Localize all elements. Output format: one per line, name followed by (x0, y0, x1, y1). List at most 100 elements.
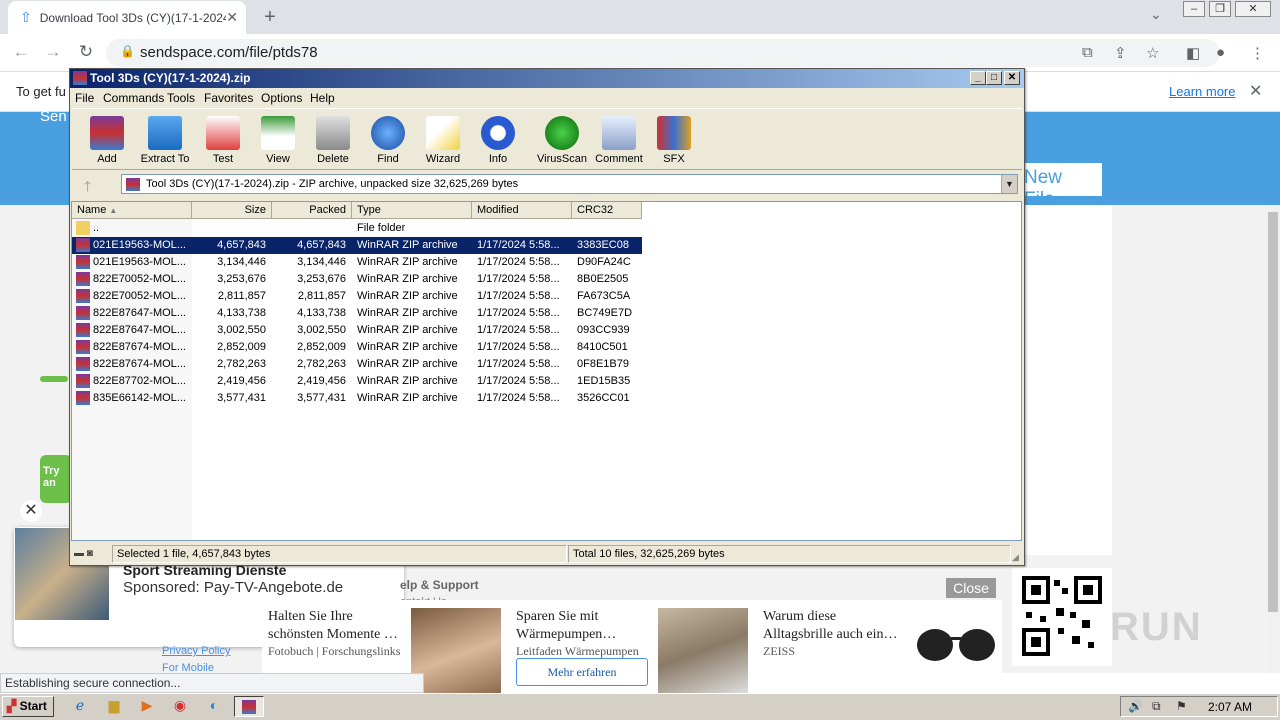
file-row[interactable]: 822E70052-MOL... 3,253,676 3,253,676 WinRAR… (72, 271, 642, 288)
up-one-level-icon[interactable]: 🡑 (84, 176, 91, 200)
column-header-modified[interactable]: Modified (472, 202, 572, 219)
menu-tools[interactable]: Tools (167, 91, 195, 105)
ad1-title[interactable]: Halten Sie Ihre schönsten Momente … (268, 608, 403, 644)
file-modified: 1/17/2024 5:58... (477, 341, 560, 353)
learn-more-link[interactable]: Learn more (1169, 84, 1235, 99)
explorer-folder-icon[interactable]: ▆ (104, 697, 124, 715)
resize-grip-icon[interactable]: ◢ (1012, 552, 1019, 563)
tab-search-chevron-icon[interactable]: ⌄ (1150, 6, 1162, 23)
ad3-title[interactable]: Warum diese Alltagsbrille auch ein… (763, 608, 898, 644)
parent-folder-row[interactable]: .. File folder (72, 220, 642, 237)
edge-icon[interactable]: ◐ (204, 697, 224, 715)
translate-icon[interactable]: ⧉ (1082, 44, 1093, 61)
column-header-name[interactable]: Name ▲ (72, 202, 192, 219)
column-header-size[interactable]: Size (192, 202, 272, 219)
chrome-icon[interactable]: ◉ (170, 697, 190, 715)
file-row[interactable]: 822E87674-MOL... 2,852,009 2,852,009 WinRAR… (72, 339, 642, 356)
archive-path-field[interactable]: Tool 3Ds (CY)(17-1-2024).zip - ZIP archi… (121, 174, 1018, 194)
new-file-button[interactable]: New File (1018, 163, 1102, 210)
file-row[interactable]: 835E66142-MOL... 3,577,431 3,577,431 WinRAR… (72, 390, 642, 407)
network-icon[interactable]: ⧉ (1152, 699, 1161, 714)
forward-icon[interactable]: → (42, 42, 64, 62)
minimize-window-button[interactable]: – (1183, 1, 1205, 17)
ad2-title[interactable]: Sparen Sie mit Wärmepumpen… (516, 608, 646, 644)
restore-window-button[interactable]: ❐ (1209, 1, 1231, 17)
new-tab-icon[interactable]: + (258, 5, 282, 29)
file-type: WinRAR ZIP archive (357, 290, 458, 302)
wizard-button[interactable]: Wizard (414, 112, 472, 165)
test-button[interactable]: Test (194, 112, 252, 165)
menu-help[interactable]: Help (310, 91, 335, 105)
ie-icon[interactable]: ℯ (70, 697, 90, 715)
file-type: WinRAR ZIP archive (357, 324, 458, 336)
start-label: Start (19, 699, 47, 713)
ad2-image[interactable] (411, 608, 501, 693)
column-header-packed[interactable]: Packed (272, 202, 352, 219)
file-row[interactable]: 822E70052-MOL... 2,811,857 2,811,857 WinRAR… (72, 288, 642, 305)
page-scrollbar-thumb[interactable] (1268, 212, 1278, 612)
info-bar-close-icon[interactable]: ✕ (1249, 81, 1262, 101)
column-header-type[interactable]: Type (352, 202, 472, 219)
file-name: 822E70052-MOL... (93, 290, 186, 302)
file-packed: 3,253,676 (297, 273, 346, 285)
try-anyrun-tag[interactable]: Try an (40, 455, 72, 503)
extract-to-button[interactable]: Extract To (136, 112, 194, 165)
share-icon[interactable]: ⇪ (1114, 44, 1127, 62)
side-panel-icon[interactable]: ◧ (1186, 44, 1200, 62)
zip-archive-icon (76, 323, 90, 337)
start-button[interactable]: ▞ Start (2, 696, 54, 717)
path-dropdown-icon[interactable]: ▼ (1001, 175, 1017, 193)
glasses-image[interactable] (915, 615, 995, 675)
delete-button[interactable]: Delete (304, 112, 362, 165)
file-row[interactable]: 021E19563-MOL... 3,134,446 3,134,446 WinRAR… (72, 254, 642, 271)
file-modified: 1/17/2024 5:58... (477, 273, 560, 285)
file-type: WinRAR ZIP archive (357, 273, 458, 285)
menu-options[interactable]: Options (261, 91, 302, 105)
back-icon[interactable]: ← (10, 42, 32, 62)
action-center-flag-icon[interactable]: ⚑ (1176, 699, 1187, 713)
menu-commands[interactable]: Commands (103, 91, 164, 105)
menu-favorites[interactable]: Favorites (204, 91, 253, 105)
ad3-image[interactable] (658, 608, 748, 693)
find-button[interactable]: Find (359, 112, 417, 165)
sfx-button[interactable]: SFX (645, 112, 703, 165)
media-player-icon[interactable]: ▶ (137, 697, 157, 715)
lock-icon[interactable]: 🔒 (120, 44, 135, 58)
file-row[interactable]: 822E87647-MOL... 4,133,738 4,133,738 WinRAR… (72, 305, 642, 322)
privacy-policy-link[interactable]: Privacy Policy (162, 645, 230, 657)
winrar-taskbar-button[interactable] (234, 696, 264, 717)
volume-icon[interactable]: 🔊 (1128, 699, 1143, 713)
ad-close-icon[interactable]: ✕ (20, 500, 42, 522)
site-header-partial-text: Sen (40, 108, 67, 125)
add-button[interactable]: Add (78, 112, 136, 165)
reload-icon[interactable]: ↻ (75, 42, 97, 62)
parent-folder-name: .. (93, 222, 100, 234)
file-row[interactable]: 822E87674-MOL... 2,782,263 2,782,263 WinRAR… (72, 356, 642, 373)
menu-file[interactable]: File (75, 91, 94, 105)
book-view-icon (261, 116, 295, 150)
view-button[interactable]: View (249, 112, 307, 165)
profile-avatar-icon[interactable]: ● (1216, 44, 1225, 61)
close-ad-button[interactable]: Close (946, 578, 996, 598)
tab-title: Download Tool 3Ds (CY)(17-1-2024) (39, 10, 227, 25)
browser-tab[interactable]: ⇧ Download Tool 3Ds (CY)(17-1-2024) ✕ (8, 1, 246, 34)
zip-archive-icon (76, 306, 90, 320)
taskbar-clock[interactable]: 2:07 AM (1208, 700, 1252, 714)
bookmark-star-icon[interactable]: ☆ (1146, 44, 1159, 62)
file-row[interactable]: 021E19563-MOL... 4,657,843 4,657,843 WinRAR… (72, 237, 642, 254)
winrar-maximize-button[interactable]: □ (986, 71, 1002, 85)
close-tab-icon[interactable]: ✕ (226, 9, 238, 26)
close-window-button[interactable]: ✕ (1235, 1, 1271, 17)
winrar-minimize-button[interactable]: _ (970, 71, 986, 85)
virusscan-label: VirusScan (537, 153, 587, 165)
comment-button[interactable]: Comment (590, 112, 648, 165)
file-row[interactable]: 822E87647-MOL... 3,002,550 3,002,550 WinRAR… (72, 322, 642, 339)
ad2-more-button[interactable]: Mehr erfahren (516, 658, 648, 686)
kebab-menu-icon[interactable]: ⋮ (1250, 44, 1265, 62)
column-header-crc32[interactable]: CRC32 (572, 202, 642, 219)
file-row[interactable]: 822E87702-MOL... 2,419,456 2,419,456 WinRAR… (72, 373, 642, 390)
winrar-close-button[interactable]: ✕ (1004, 71, 1020, 85)
virusscan-button[interactable]: VirusScan (533, 112, 591, 165)
url-text[interactable]: sendspace.com/file/ptds78 (140, 44, 318, 61)
info-button[interactable]: Info (469, 112, 527, 165)
